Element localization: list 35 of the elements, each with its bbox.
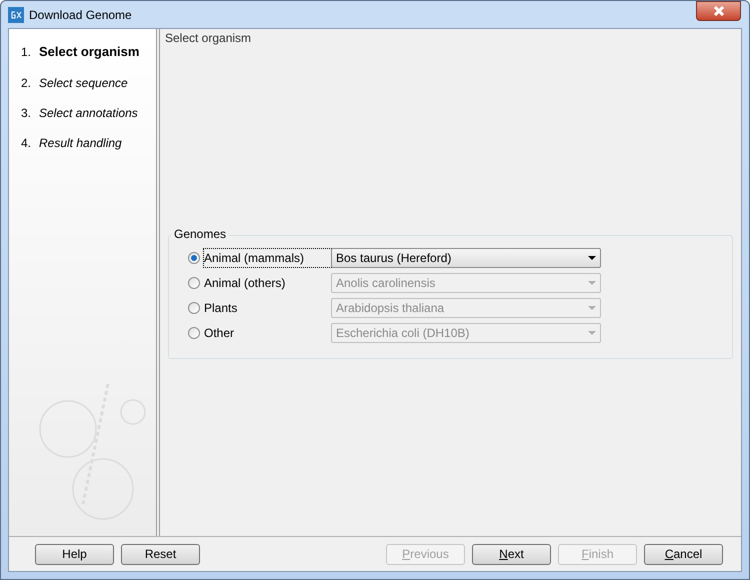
dropdown-value: Arabidopsis thaliana (336, 300, 444, 317)
dropdown[interactable]: Bos taurus (Hereford) (331, 248, 601, 268)
group-legend: Genomes (171, 227, 230, 241)
step-label: Select sequence (39, 74, 128, 92)
step-label: Result handling (39, 134, 122, 152)
radio-label: Plants (204, 300, 238, 317)
step-number: 2. (21, 74, 32, 92)
window-title: Download Genome (29, 6, 132, 24)
dropdown-value: Escherichia coli (DH10B) (336, 325, 470, 342)
radio-button[interactable] (188, 252, 200, 264)
radio-label: Other (204, 325, 236, 342)
close-button[interactable] (696, 0, 741, 20)
radio-button[interactable] (188, 277, 200, 289)
dialog-button[interactable]: Next (472, 544, 551, 564)
dialog-button[interactable]: Cancel (644, 544, 723, 564)
step-label: Select annotations (39, 104, 138, 122)
radio-label: Animal (others) (204, 275, 286, 292)
panel-heading: Select organism (164, 30, 252, 47)
radio-label: Animal (mammals) (204, 249, 331, 267)
dropdown-value: Bos taurus (Hereford) (336, 250, 452, 267)
caret-icon (588, 281, 596, 285)
caret-icon (588, 306, 596, 310)
caret-icon (588, 331, 596, 335)
step-number: 4. (21, 134, 32, 152)
dialog-button[interactable]: Help (35, 544, 114, 564)
step-label: Select organism (39, 43, 140, 61)
radio-button[interactable] (188, 327, 200, 339)
dropdown-value: Anolis carolinensis (336, 275, 436, 292)
step-number: 1. (21, 44, 32, 61)
app-icon (8, 6, 24, 22)
dialog-button[interactable]: Reset (121, 544, 200, 564)
radio-button[interactable] (188, 302, 200, 314)
caret-icon (588, 256, 596, 260)
step-number: 3. (21, 104, 32, 122)
close-icon (712, 6, 724, 16)
